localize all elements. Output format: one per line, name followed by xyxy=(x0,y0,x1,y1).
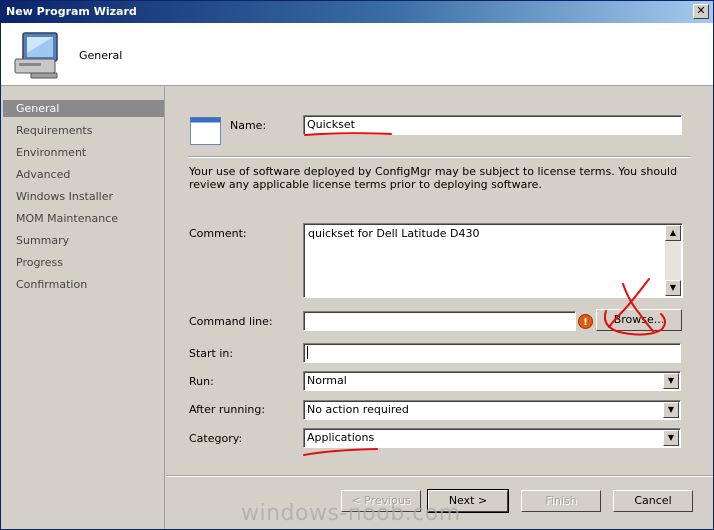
after-running-select[interactable]: No action required ▼ xyxy=(303,400,681,420)
comment-text: quickset for Dell Latitude D430 xyxy=(308,227,480,240)
header-title: General xyxy=(79,49,123,62)
finish-button[interactable]: Finish xyxy=(521,490,601,512)
command-line-label: Command line: xyxy=(189,315,273,328)
browse-button[interactable]: Browse... xyxy=(596,309,682,331)
watermark: windows-noob.com xyxy=(241,501,461,526)
nav-item-mom-maintenance[interactable]: MOM Maintenance xyxy=(3,210,164,227)
cancel-button[interactable]: Cancel xyxy=(613,490,693,512)
command-line-input[interactable] xyxy=(303,311,576,331)
run-label: Run: xyxy=(189,375,214,388)
run-selected: Normal xyxy=(307,374,347,387)
program-window-icon xyxy=(190,117,221,145)
after-running-selected: No action required xyxy=(307,403,409,416)
wizard-window: New Program Wizard ✕ General General Req… xyxy=(0,0,714,530)
after-running-label: After running: xyxy=(189,403,266,416)
text-cursor xyxy=(307,346,308,359)
comment-scrollbar[interactable]: ▲ ▼ xyxy=(665,225,681,296)
comment-textarea[interactable]: quickset for Dell Latitude D430 ▲ ▼ xyxy=(303,223,683,298)
computer-monitor-icon xyxy=(14,32,58,79)
nav-item-summary[interactable]: Summary xyxy=(3,232,164,249)
nav-item-general[interactable]: General xyxy=(3,100,164,117)
nav-item-windows-installer[interactable]: Windows Installer xyxy=(3,188,164,205)
wizard-nav: General Requirements Environment Advance… xyxy=(1,87,165,529)
title-bar[interactable]: New Program Wizard ✕ xyxy=(1,1,713,23)
nav-item-progress[interactable]: Progress xyxy=(3,254,164,271)
wizard-header: General xyxy=(1,23,713,86)
nav-item-requirements[interactable]: Requirements xyxy=(3,122,164,139)
separator xyxy=(188,156,691,158)
scroll-down-icon[interactable]: ▼ xyxy=(665,280,681,296)
category-select[interactable]: Applications ▼ xyxy=(303,428,681,448)
scroll-up-icon[interactable]: ▲ xyxy=(665,225,681,241)
chevron-down-icon[interactable]: ▼ xyxy=(663,402,679,418)
nav-item-confirmation[interactable]: Confirmation xyxy=(3,276,164,293)
license-notice: Your use of software deployed by ConfigM… xyxy=(189,165,678,191)
comment-label: Comment: xyxy=(189,227,247,240)
window-title: New Program Wizard xyxy=(6,5,137,18)
close-button[interactable]: ✕ xyxy=(693,4,709,19)
chevron-down-icon[interactable]: ▼ xyxy=(663,430,679,446)
category-selected: Applications xyxy=(307,431,375,444)
name-label: Name: xyxy=(230,119,267,132)
general-page: Name: Quickset Your use of software depl… xyxy=(166,87,713,471)
start-in-input[interactable] xyxy=(303,343,681,363)
start-in-label: Start in: xyxy=(189,347,234,360)
nav-item-environment[interactable]: Environment xyxy=(3,144,164,161)
chevron-down-icon[interactable]: ▼ xyxy=(663,373,679,389)
name-input[interactable]: Quickset xyxy=(303,115,682,135)
run-select[interactable]: Normal ▼ xyxy=(303,371,681,391)
category-label: Category: xyxy=(189,432,243,445)
warning-icon: ! xyxy=(578,314,593,329)
nav-item-advanced[interactable]: Advanced xyxy=(3,166,164,183)
